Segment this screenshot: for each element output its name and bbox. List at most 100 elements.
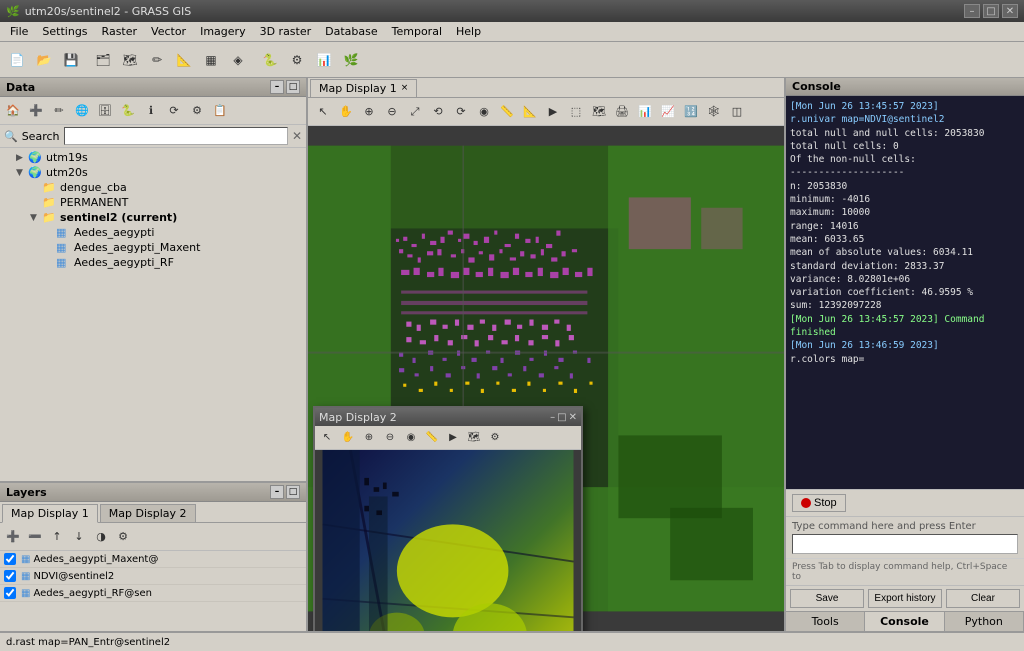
menu-database[interactable]: Database [319, 23, 384, 40]
close-button[interactable]: ✕ [1002, 4, 1018, 18]
map2-tb-measure[interactable]: 📏 [422, 428, 442, 448]
toolbar-open[interactable]: 📂 [31, 47, 57, 73]
data-toolbar-settings[interactable]: ⚙ [186, 100, 208, 122]
layer-item-aedes-maxent[interactable]: ▦ Aedes_aegypti_Maxent@ [0, 551, 306, 568]
map2-tb-render[interactable]: ▶ [443, 428, 463, 448]
toolbar-digitize[interactable]: ✏ [144, 47, 170, 73]
console-clear-button[interactable]: Clear [946, 589, 1020, 608]
layer-opacity[interactable]: ◑ [90, 526, 112, 548]
layer-tab-map1[interactable]: Map Display 1 [2, 504, 98, 523]
map-tb-analyze[interactable]: 📐 [519, 101, 541, 123]
data-expand-btn[interactable]: □ [286, 80, 300, 94]
toolbar-save[interactable]: 💾 [58, 47, 84, 73]
maximize-button[interactable]: □ [983, 4, 999, 18]
map2-tb-save[interactable]: 🗺 [464, 428, 484, 448]
menu-help[interactable]: Help [450, 23, 487, 40]
data-toolbar-python-2[interactable]: 🐍 [117, 100, 139, 122]
layer-add[interactable]: ➕ [2, 526, 24, 548]
map2-tb-pointer[interactable]: ↖ [317, 428, 337, 448]
map-tb-save[interactable]: 🗺 [588, 101, 610, 123]
map-tab-1[interactable]: Map Display 1 × [310, 79, 417, 97]
console-tab-console[interactable]: Console [865, 612, 944, 631]
map-tab-1-close[interactable]: × [401, 83, 409, 93]
data-collapse-btn[interactable]: – [270, 80, 284, 94]
layer-cb-aedes-maxent[interactable] [4, 553, 16, 565]
layer-properties[interactable]: ⚙ [112, 526, 134, 548]
data-toolbar-web[interactable]: 🌐 [71, 100, 93, 122]
toolbar-map-display[interactable]: 🗺 [117, 47, 143, 73]
map-tb-compare[interactable]: ◫ [726, 101, 748, 123]
tree-item-sentinel2[interactable]: ▼ 📁 sentinel2 (current) [2, 210, 304, 225]
title-bar-controls[interactable]: – □ ✕ [964, 4, 1018, 18]
menu-vector[interactable]: Vector [145, 23, 192, 40]
tree-item-utm20s[interactable]: ▼ 🌍 utm20s [2, 165, 304, 180]
map2-max[interactable]: □ [557, 412, 566, 423]
map-tb-render[interactable]: ▶ [542, 101, 564, 123]
layer-remove[interactable]: ➖ [24, 526, 46, 548]
toolbar-3d[interactable]: ◈ [225, 47, 251, 73]
map-tb-erase[interactable]: ⬚ [565, 101, 587, 123]
map-tb-zoomout[interactable]: ⊖ [381, 101, 403, 123]
map-tb-hist[interactable]: 📊 [634, 101, 656, 123]
map-tb-query[interactable]: ◉ [473, 101, 495, 123]
console-tab-tools[interactable]: Tools [786, 612, 865, 631]
map2-tb-pan[interactable]: ✋ [338, 428, 358, 448]
tree-item-permanent[interactable]: 📁 PERMANENT [2, 195, 304, 210]
data-toolbar-edit[interactable]: ✏ [48, 100, 70, 122]
layers-collapse-btn[interactable]: – [270, 485, 284, 499]
layer-cb-ndvi[interactable] [4, 570, 16, 582]
tree-item-aedes1[interactable]: ▦ Aedes_aegypti [2, 225, 304, 240]
map-tb-print[interactable]: 🖨 [611, 101, 633, 123]
menu-3d-raster[interactable]: 3D raster [254, 23, 318, 40]
layer-tab-map2[interactable]: Map Display 2 [100, 504, 196, 522]
toolbar-raster[interactable]: ▦ [198, 47, 224, 73]
toolbar-settings-2[interactable]: ⚙ [284, 47, 310, 73]
menu-raster[interactable]: Raster [96, 23, 143, 40]
export-history-button[interactable]: Export history [868, 589, 942, 608]
toolbar-grass[interactable]: 🌿 [338, 47, 364, 73]
layers-expand-btn[interactable]: □ [286, 485, 300, 499]
layer-item-ndvi[interactable]: ▦ NDVI@sentinel2 [0, 568, 306, 585]
data-toolbar-info[interactable]: ℹ [140, 100, 162, 122]
menu-settings[interactable]: Settings [36, 23, 93, 40]
search-close-icon[interactable]: ✕ [292, 129, 302, 143]
tree-item-aedes2[interactable]: ▦ Aedes_aegypti_Maxent [2, 240, 304, 255]
map-tb-pan[interactable]: ✋ [335, 101, 357, 123]
layer-down[interactable]: ↓ [68, 526, 90, 548]
toolbar-gis-manager[interactable]: 🗂 [90, 47, 116, 73]
toolbar-vector[interactable]: 📐 [171, 47, 197, 73]
map-tb-nwt[interactable]: 🕸 [703, 101, 725, 123]
tree-item-utm19s[interactable]: ▶ 🌍 utm19s [2, 150, 304, 165]
map-tb-zoomin[interactable]: ⊕ [358, 101, 380, 123]
toolbar-python[interactable]: 🐍 [257, 47, 283, 73]
tree-item-dengue[interactable]: 📁 dengue_cba [2, 180, 304, 195]
map-tb-zoomfwd[interactable]: ⟳ [450, 101, 472, 123]
minimize-button[interactable]: – [964, 4, 980, 18]
data-toolbar-db[interactable]: 🗄 [94, 100, 116, 122]
map2-min[interactable]: – [550, 412, 555, 423]
data-toolbar-refresh[interactable]: ⟳ [163, 100, 185, 122]
map2-tb-zoomin[interactable]: ⊕ [359, 428, 379, 448]
map2-tb-query[interactable]: ◉ [401, 428, 421, 448]
console-tab-python[interactable]: Python [945, 612, 1024, 631]
map-tb-zoomextent[interactable]: ⤢ [404, 101, 426, 123]
data-toolbar-history[interactable]: 📋 [209, 100, 231, 122]
map-tb-profile[interactable]: 📈 [657, 101, 679, 123]
map-tb-cat[interactable]: 🔢 [680, 101, 702, 123]
console-save-button[interactable]: Save [790, 589, 864, 608]
map2-tb-zoomout[interactable]: ⊖ [380, 428, 400, 448]
menu-file[interactable]: File [4, 23, 34, 40]
data-toolbar-home[interactable]: 🏠 [2, 100, 24, 122]
stop-button[interactable]: Stop [792, 494, 846, 512]
toolbar-profile[interactable]: 📊 [311, 47, 337, 73]
data-toolbar-add[interactable]: ➕ [25, 100, 47, 122]
layer-cb-aedes-rf[interactable] [4, 587, 16, 599]
tree-item-aedes3[interactable]: ▦ Aedes_aegypti_RF [2, 255, 304, 270]
map-tb-zoomback[interactable]: ⟲ [427, 101, 449, 123]
layer-item-aedes-rf[interactable]: ▦ Aedes_aegypti_RF@sen [0, 585, 306, 602]
menu-imagery[interactable]: Imagery [194, 23, 251, 40]
search-input[interactable] [64, 127, 288, 145]
console-input[interactable] [792, 534, 1018, 554]
map-tb-measure[interactable]: 📏 [496, 101, 518, 123]
toolbar-new[interactable]: 📄 [4, 47, 30, 73]
